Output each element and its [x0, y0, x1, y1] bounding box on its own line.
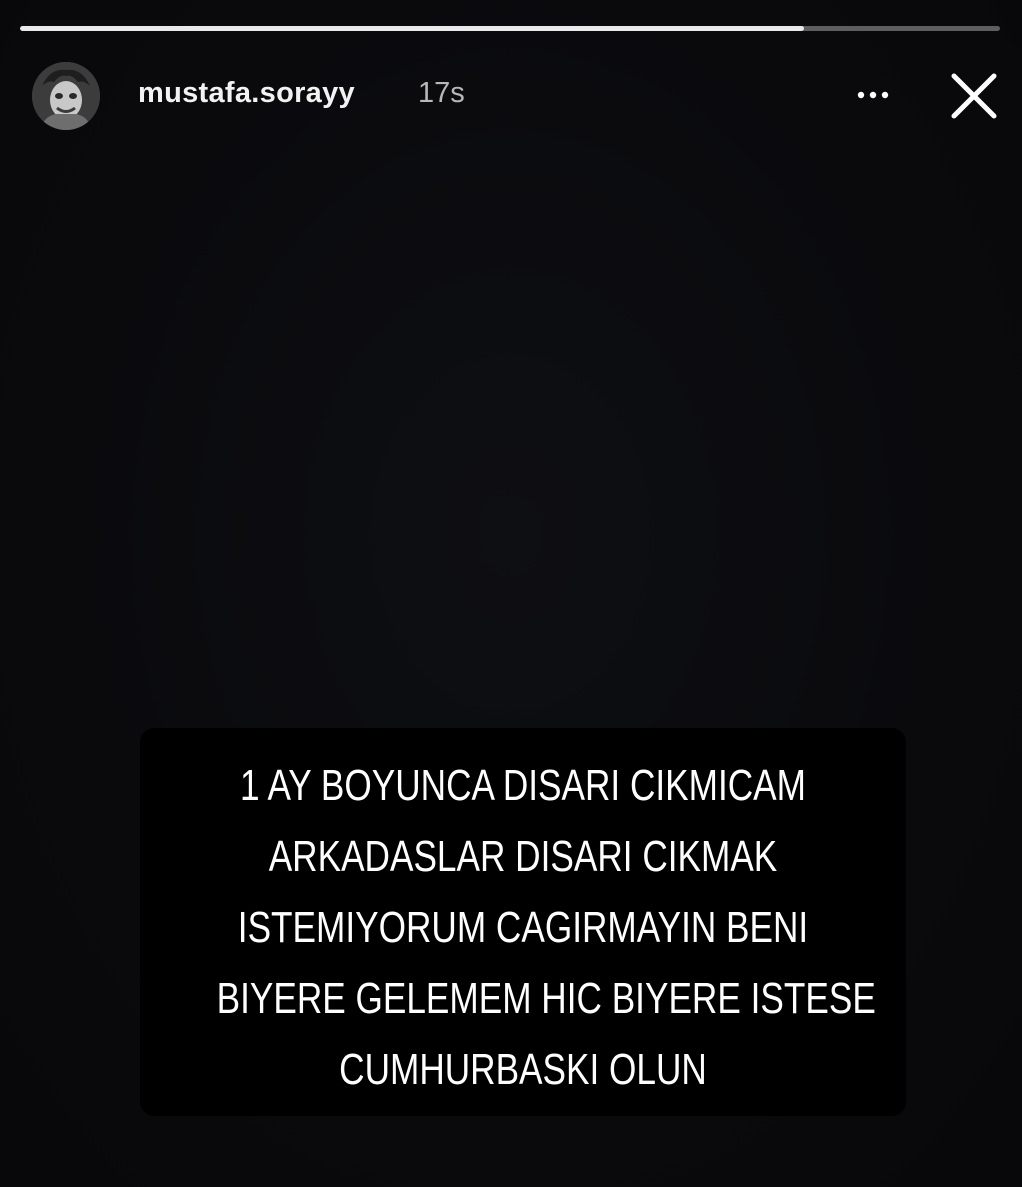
caption-line: ARKADASLAR DISARI CIKMAK — [268, 832, 778, 881]
story-progress-fill — [20, 26, 804, 31]
username[interactable]: mustafa.sorayy — [138, 77, 355, 110]
close-button[interactable] — [944, 66, 1004, 126]
avatar[interactable] — [32, 62, 100, 130]
caption-line: ISTEMIYORUM CAGIRMAYIN BENI — [237, 903, 809, 952]
story-caption: 1 AY BOYUNCA DISARI CIKMICAM ARKADASLAR … — [140, 728, 906, 1116]
story-progress-bar — [20, 26, 1000, 31]
more-options-button[interactable] — [848, 80, 898, 110]
story-viewer[interactable]: mustafa.sorayy 17s 1 AY BOYUNCA DISARI C… — [0, 0, 1022, 1187]
more-options-icon — [857, 91, 889, 99]
avatar-icon — [32, 62, 100, 130]
caption-line: 1 AY BOYUNCA DISARI CIKMICAM — [240, 761, 806, 810]
story-timestamp: 17s — [418, 77, 465, 109]
caption-line: BIYERE GELEMEM HIC BIYERE ISTESE — [216, 974, 876, 1023]
close-icon — [951, 73, 997, 119]
caption-line: CUMHURBASKI OLUN — [339, 1045, 707, 1094]
caption-text-block: 1 AY BOYUNCA DISARI CIKMICAM ARKADASLAR … — [140, 750, 906, 1105]
